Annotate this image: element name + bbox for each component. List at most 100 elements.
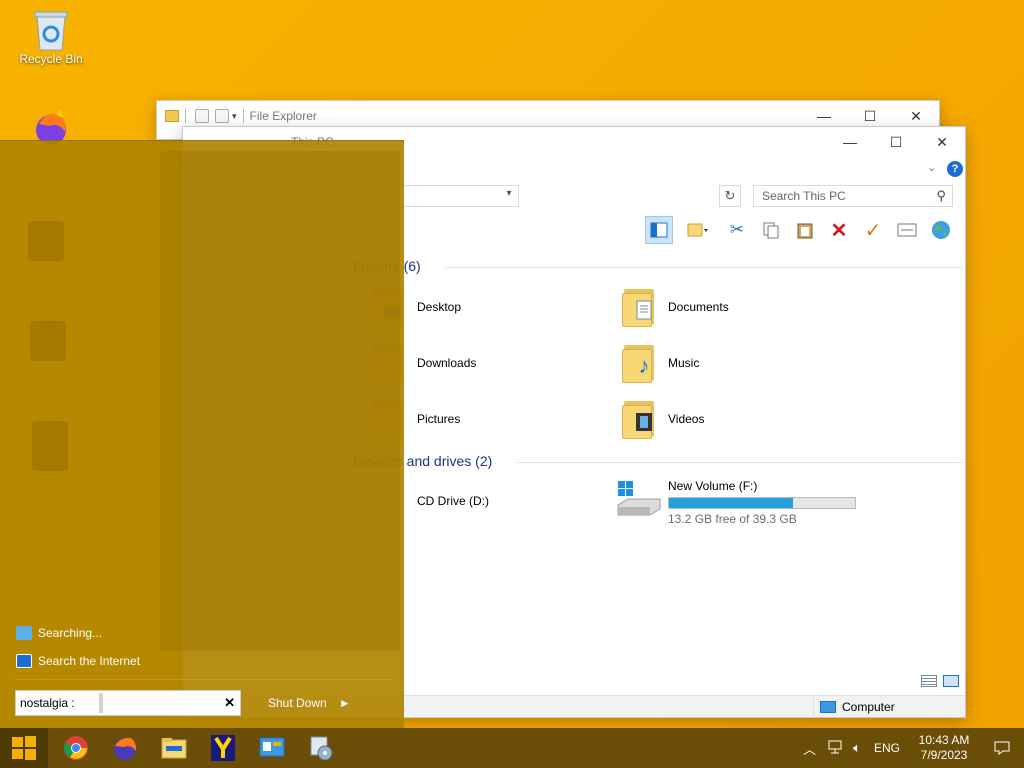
new-folder-icon[interactable] — [215, 109, 229, 123]
chevron-down-icon[interactable]: ▾ — [502, 188, 516, 204]
rename-icon[interactable]: ✓ — [859, 216, 887, 244]
clock[interactable]: 10:43 AM 7/9/2023 — [908, 733, 980, 763]
minimize-button[interactable]: — — [827, 127, 873, 157]
properties-icon[interactable] — [893, 216, 921, 244]
search-placeholder: Search This PC — [762, 189, 846, 203]
blurred-pinned-item — [32, 421, 68, 471]
shutdown-label: Shut Down — [268, 696, 327, 710]
properties-icon[interactable] — [195, 109, 209, 123]
help-icon[interactable]: ? — [947, 161, 963, 177]
taskbar-chrome[interactable] — [52, 728, 100, 768]
clock-time: 10:43 AM — [918, 733, 970, 747]
drive-new-volume[interactable]: New Volume (F:) 13.2 GB free of 39.3 GB — [616, 477, 856, 526]
window-controls: — ☐ ✕ — [827, 127, 965, 157]
file-explorer-icon — [161, 738, 187, 759]
drive-label: CD Drive (D:) — [417, 494, 489, 508]
taskbar-file-explorer[interactable] — [150, 728, 198, 768]
search-value: nostalgia : — [20, 696, 75, 710]
firefox-icon — [114, 737, 137, 760]
taskbar-yandex[interactable] — [199, 728, 247, 768]
folder-label: Desktop — [417, 300, 462, 314]
disk-utility-icon — [310, 736, 333, 761]
separator — [15, 679, 391, 680]
separator — [242, 109, 244, 123]
section-divider — [517, 462, 963, 463]
search-result-internet[interactable]: Search the Internet — [16, 654, 140, 668]
search-result-label: Search the Internet — [38, 654, 141, 668]
clear-search-icon[interactable]: ✕ — [224, 695, 235, 711]
separator — [185, 109, 186, 123]
shutdown-options-arrow-icon[interactable]: ▶ — [337, 690, 353, 716]
drive-usage-bar — [668, 497, 856, 509]
documents-folder-icon — [622, 287, 656, 327]
clock-date: 7/9/2023 — [920, 748, 968, 762]
start-menu[interactable]: Searching... Search the Internet nostalg… — [0, 140, 404, 728]
yandex-icon — [211, 735, 235, 761]
details-view-icon[interactable] — [921, 675, 937, 687]
internet-search-icon — [16, 654, 32, 668]
status-location-label: Computer — [842, 700, 895, 714]
refresh-button[interactable]: ↻ — [719, 185, 741, 207]
copy-icon[interactable] — [757, 216, 785, 244]
delete-icon[interactable]: ✕ — [825, 216, 853, 244]
cut-icon[interactable]: ✂ — [723, 216, 751, 244]
section-divider — [445, 267, 963, 268]
ribbon-expand-icon[interactable]: ⌄ — [927, 161, 936, 174]
close-button[interactable]: ✕ — [919, 127, 965, 157]
blurred-pinned-item — [30, 321, 66, 361]
system-tray: ︿ 🔈︎ ENG 10:43 AM 7/9/2023 — [797, 728, 1024, 768]
toolbar: ✂ ✕ ✓ — [645, 215, 955, 245]
computer-icon — [820, 701, 836, 713]
network-globe-icon[interactable] — [927, 216, 955, 244]
folder-label: Videos — [668, 412, 705, 426]
film-strip-icon — [634, 411, 654, 433]
status-location: Computer — [813, 696, 963, 718]
search-result-label: Searching... — [38, 626, 103, 640]
hard-drive-icon — [616, 477, 662, 517]
folder-label: Downloads — [417, 356, 477, 370]
folder-label: Documents — [668, 300, 729, 314]
folder-videos[interactable]: Videos — [622, 399, 704, 439]
music-folder-icon: ♪ — [622, 343, 656, 383]
music-note-icon: ♪ — [638, 353, 650, 378]
search-result-searching[interactable]: Searching... — [16, 626, 102, 640]
desktop-icon-recycle-bin[interactable]: Recycle Bin — [11, 8, 91, 66]
start-button[interactable] — [0, 728, 48, 768]
document-page-icon — [634, 299, 654, 321]
paste-icon[interactable] — [791, 216, 819, 244]
volume-icon[interactable]: 🔈︎ — [848, 740, 866, 756]
language-indicator[interactable]: ENG — [866, 741, 908, 755]
maximize-button[interactable]: ☐ — [873, 127, 919, 157]
large-icons-view-icon[interactable] — [943, 675, 959, 687]
customize-chevron-icon[interactable]: ▾ — [232, 111, 237, 122]
windows-logo-icon — [12, 736, 36, 760]
blurred-pinned-item — [28, 221, 64, 261]
text-cursor-icon — [99, 693, 103, 713]
action-center-icon[interactable] — [980, 740, 1024, 756]
preview-pane-button[interactable] — [645, 216, 673, 244]
taskbar-firefox[interactable] — [101, 728, 149, 768]
start-search-input[interactable]: nostalgia : ✕ — [15, 690, 241, 716]
shutdown-button[interactable]: Shut Down ▶ — [258, 690, 353, 716]
desktop: Recycle Bin ▾ File Explorer — ☐ ✕ — ☐ ✕ … — [0, 0, 1024, 728]
search-input[interactable]: Search This PC ⚲ — [753, 185, 953, 207]
drive-details: New Volume (F:) 13.2 GB free of 39.3 GB — [668, 477, 856, 526]
desktop-icon-label: Recycle Bin — [19, 52, 83, 66]
network-icon[interactable] — [822, 740, 848, 757]
taskbar-control-panel[interactable] — [248, 728, 296, 768]
view-options-icon[interactable] — [679, 216, 717, 244]
search-icon: ⚲ — [936, 188, 946, 203]
blurred-panel-content — [160, 151, 400, 651]
drive-free-space: 13.2 GB free of 39.3 GB — [668, 512, 797, 526]
taskbar-disk-utility[interactable] — [297, 728, 345, 768]
show-hidden-icons-chevron-icon[interactable]: ︿ — [797, 739, 822, 758]
control-panel-icon — [259, 737, 285, 757]
chrome-icon — [64, 736, 88, 760]
folder-documents[interactable]: Documents — [622, 287, 729, 327]
searching-icon — [16, 626, 32, 640]
folder-label: Music — [668, 356, 700, 370]
folder-icon — [165, 110, 179, 122]
folder-music[interactable]: ♪ Music — [622, 343, 699, 383]
taskbar: ︿ 🔈︎ ENG 10:43 AM 7/9/2023 — [0, 728, 1024, 768]
drive-usage-fill — [669, 498, 793, 508]
